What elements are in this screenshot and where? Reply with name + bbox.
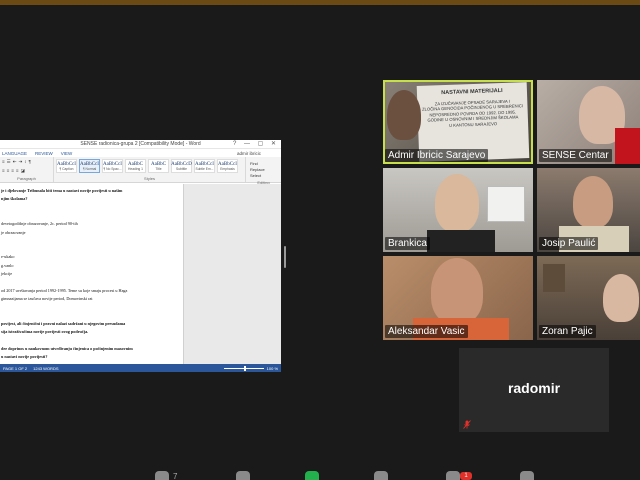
zoom-slider[interactable] <box>223 365 264 371</box>
style-emphasis[interactable]: AaBbCcI Emphasis <box>217 159 238 173</box>
styles-group-label: Styles <box>144 176 155 181</box>
record-icon[interactable] <box>374 471 388 480</box>
word-user[interactable]: admir ibricic <box>237 151 261 156</box>
style-subtitle[interactable]: AaBbCcD Subtitle <box>171 159 192 173</box>
style-caption[interactable]: AaBbCcI ¶ Caption <box>56 159 77 173</box>
menu-view[interactable]: VIEW <box>61 151 73 156</box>
document-line: sija istraživačima novije povijesti ovog… <box>1 329 89 335</box>
styles-gallery: AaBbCcI ¶ Caption AaBbCcI ¶ Normal AaBbCcI… <box>56 159 243 173</box>
participants-count: 7 <box>173 472 178 480</box>
paragraph-group-label: Paragraph <box>17 176 36 181</box>
participant-name: Josip Paulić <box>539 237 599 250</box>
red-scarf <box>615 128 640 164</box>
participant-name: Admir Ibricic Sarajevo <box>385 149 489 162</box>
participant-tile-brankica[interactable]: Brankica <box>383 168 533 252</box>
paragraph-tools[interactable]: ≡ ☰ ⇤ ⇥ ↕ ¶ <box>2 159 51 165</box>
document-line: njim školama? <box>1 196 28 202</box>
participant-tile-admir[interactable]: NASTAVNI MATERIJALI ZA IZUČAVANJE OPSADE… <box>383 80 533 164</box>
numbering-icon[interactable]: ☰ <box>7 159 11 165</box>
align-left-icon[interactable]: ≡ <box>2 168 5 174</box>
participant-name: SENSE Centar <box>539 149 612 162</box>
participant-video <box>387 90 421 140</box>
participant-video <box>573 176 613 228</box>
menu-language[interactable]: LANGUAGE <box>2 151 27 156</box>
document-line: od 2017 uvrštavanja period 1992-1995. Te… <box>1 287 128 293</box>
sort-icon[interactable]: ↕ <box>24 159 26 165</box>
style-heading-1[interactable]: AaBbC Heading 1 <box>125 159 146 173</box>
participant-video <box>431 258 483 324</box>
muted-mic-icon <box>463 420 471 429</box>
word-ribbon: ≡ ☰ ⇤ ⇥ ↕ ¶ ≡ ≡ ≡ ≡ ◪ Paragraph AaBbCcI ¶… <box>0 157 281 185</box>
document-page[interactable]: je i djelovanje Tribunala biti tema u na… <box>0 184 184 364</box>
editing-tools: Find Replace Select <box>248 159 279 180</box>
status-page[interactable]: PAGE 1 OF 2 <box>3 366 27 371</box>
breakout-rooms-icon[interactable] <box>446 471 460 480</box>
ribbon-editing-group: Find Replace Select Editing <box>246 157 281 185</box>
participant-tile-sense-centar[interactable]: SENSE Centar <box>537 80 640 164</box>
style-title[interactable]: AaBbC Title <box>148 159 169 173</box>
shading-icon[interactable]: ◪ <box>21 168 25 174</box>
participants-icon[interactable] <box>155 471 169 480</box>
ribbon-paragraph-group: ≡ ☰ ⇤ ⇥ ↕ ¶ ≡ ≡ ≡ ≡ ◪ Paragraph <box>0 157 54 182</box>
ribbon-styles-group: AaBbCcI ¶ Caption AaBbCcI ¶ Normal AaBbCcI… <box>54 157 246 182</box>
document-line: je i djelovanje Tribunala biti tema u na… <box>1 188 123 193</box>
align-center-icon[interactable]: ≡ <box>7 168 10 174</box>
participant-tile-zoran[interactable]: Zoran Pajic <box>537 256 640 340</box>
participant-video <box>435 174 479 232</box>
replace-button[interactable]: Replace <box>250 167 277 172</box>
word-title: SENSE radionica-grupa 2 [Compatibility M… <box>80 141 201 147</box>
background-cabinet <box>487 186 525 222</box>
participant-name: radomir <box>507 380 561 396</box>
meeting-toolbar <box>0 468 640 480</box>
status-words[interactable]: 1243 WORDS <box>33 366 58 371</box>
participant-video <box>603 274 639 322</box>
indent-icon[interactable]: ⇤ <box>13 159 17 165</box>
outdent-icon[interactable]: ⇥ <box>18 159 22 165</box>
participant-name: Aleksandar Vasic <box>385 325 468 338</box>
participant-clothing <box>427 230 495 252</box>
select-button[interactable]: Select <box>250 173 277 178</box>
participant-tile-josip[interactable]: Josip Paulić <box>537 168 640 252</box>
document-gutter <box>184 184 281 364</box>
top-strip <box>0 0 640 5</box>
menu-review[interactable]: REVIEW <box>35 151 53 156</box>
justify-icon[interactable]: ≡ <box>16 168 19 174</box>
word-titlebar: SENSE radionica-grupa 2 [Compatibility M… <box>0 140 281 149</box>
split-divider-handle[interactable] <box>284 246 286 268</box>
shared-screen[interactable]: SENSE radionica-grupa 2 [Compatibility M… <box>0 140 281 372</box>
style-no-spacing[interactable]: AaBbCcI ¶ No Spac... <box>102 159 123 173</box>
bullets-icon[interactable]: ≡ <box>2 159 5 165</box>
find-button[interactable]: Find <box>250 161 277 166</box>
chat-badge: 1 <box>460 472 472 480</box>
participant-name: Brankica <box>385 237 430 250</box>
document-line: povijest, ali činjenični i pravni nalazi… <box>1 320 126 326</box>
reactions-icon[interactable] <box>520 471 534 480</box>
zoom-control[interactable]: 100 % <box>223 365 278 371</box>
word-statusbar: PAGE 1 OF 2 1243 WORDS 100 % <box>0 364 281 372</box>
document-line: u nastavi novije povijesti? <box>1 354 48 359</box>
document-line: e-ukako <box>1 254 15 260</box>
align-tools[interactable]: ≡ ≡ ≡ ≡ ◪ <box>2 168 51 174</box>
document-line: devetogodišnje obrazovanje, 2c. period 9… <box>1 221 78 227</box>
align-right-icon[interactable]: ≡ <box>11 168 14 174</box>
share-screen-icon[interactable] <box>305 471 319 480</box>
style-subtle-emphasis[interactable]: AaBbCcI Subtle Em... <box>194 159 215 173</box>
document-area[interactable]: je i djelovanje Tribunala biti tema u na… <box>0 184 281 364</box>
document-line: je obrazovanje <box>1 229 26 235</box>
style-normal[interactable]: AaBbCcI ¶ Normal <box>79 159 100 173</box>
window-controls[interactable]: ? — ▢ ✕ <box>233 140 279 147</box>
document-line: g.vanlo <box>1 262 14 268</box>
participant-tile-radomir[interactable]: radomir <box>459 348 609 432</box>
poster-title: NASTAVNI MATERIJALI <box>441 87 503 97</box>
document-line: jekcije <box>1 271 13 276</box>
background-picture <box>543 264 565 292</box>
zoom-level: 100 % <box>266 365 278 371</box>
document-line: gimnazijama se izučava novije period, Do… <box>1 295 93 301</box>
document-line: dee doprinos u naukovnom utvrđivanju čin… <box>1 345 133 351</box>
participant-tile-aleksandar[interactable]: Aleksandar Vasic <box>383 256 533 340</box>
word-menubar: LANGUAGE REVIEW VIEW admir ibricic <box>0 149 281 157</box>
pilcrow-icon[interactable]: ¶ <box>29 159 31 165</box>
participant-name: Zoran Pajic <box>539 325 596 338</box>
chat-icon[interactable] <box>236 471 250 480</box>
